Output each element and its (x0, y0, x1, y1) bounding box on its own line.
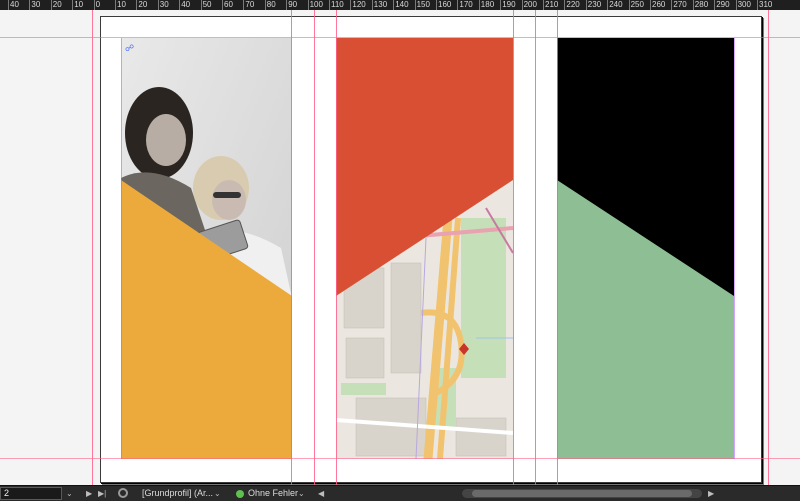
document-canvas[interactable]: ☍ (0, 10, 800, 485)
page-number-field[interactable]: 2 (0, 487, 62, 500)
preflight-status-icon (236, 490, 244, 498)
last-page-icon[interactable]: ▶| (98, 486, 106, 501)
ruler-label: 310 (759, 0, 773, 9)
scroll-thumb[interactable] (472, 490, 692, 497)
ruler-label: 0 (95, 0, 101, 9)
guide-vertical[interactable] (92, 10, 93, 485)
ruler-label: 120 (352, 0, 366, 9)
ruler-label: 80 (266, 0, 276, 9)
margin-guide (121, 38, 122, 459)
preflight-profile-icon[interactable] (118, 488, 128, 498)
ruler-label: 300 (737, 0, 751, 9)
color-panel[interactable] (557, 38, 734, 459)
ruler-label: 210 (545, 0, 559, 9)
ruler-label: 290 (716, 0, 730, 9)
guide-vertical[interactable] (768, 10, 769, 485)
ruler-label: 50 (202, 0, 212, 9)
ruler-label: 110 (331, 0, 344, 9)
horizontal-ruler[interactable]: 40 30 20 10 0 10 20 30 40 50 60 70 80 90 100 110 120 130 1… (0, 0, 800, 10)
left-arrow-icon[interactable]: ◀ (318, 486, 324, 501)
ruler-label: 30 (31, 0, 41, 9)
ruler-label: 190 (502, 0, 516, 9)
ruler-label: 10 (117, 0, 126, 9)
right-arrow-icon[interactable]: ▶ (708, 486, 714, 501)
guide-horizontal[interactable] (0, 458, 800, 459)
ruler-label: 220 (566, 0, 580, 9)
profile-label[interactable]: [Grundprofil] (Ar... (142, 486, 213, 501)
ruler-label: 60 (224, 0, 233, 9)
ruler-label: 260 (652, 0, 666, 9)
ruler-label: 150 (416, 0, 430, 9)
ruler-label: 170 (459, 0, 473, 9)
preflight-status-label[interactable]: Ohne Fehler (248, 486, 298, 501)
photo-panel[interactable] (121, 38, 292, 459)
ruler-label: 270 (673, 0, 687, 9)
ruler-label: 160 (438, 0, 452, 9)
margin-guide (734, 38, 735, 459)
previous-page-icon[interactable]: ▶ (86, 486, 92, 501)
ruler-label: 20 (138, 0, 148, 9)
ruler-label: 240 (609, 0, 623, 9)
ruler-label: 140 (395, 0, 409, 9)
ruler-label: 30 (159, 0, 169, 9)
guide-vertical[interactable] (535, 10, 536, 485)
chevron-down-icon[interactable]: ⌄ (298, 486, 305, 501)
guide-vertical[interactable] (314, 10, 315, 485)
guide-vertical[interactable] (291, 10, 292, 485)
ruler-label: 180 (480, 0, 495, 9)
ruler-label: 280 (694, 0, 709, 9)
guide-vertical[interactable] (557, 10, 558, 485)
ruler-label: 40 (181, 0, 191, 9)
guide-vertical[interactable] (513, 10, 514, 485)
ruler-label: 40 (10, 0, 19, 9)
ruler-label: 10 (74, 0, 84, 9)
status-bar: 2 ⌄ ▶ ▶| [Grundprofil] (Ar... ⌄ Ohne Feh… (0, 485, 800, 501)
ruler-label: 100 (309, 0, 323, 9)
guide-vertical[interactable] (336, 10, 337, 485)
ruler-label: 70 (245, 0, 255, 9)
horizontal-scrollbar[interactable] (462, 489, 702, 498)
ruler-label: 200 (523, 0, 537, 9)
ruler-label: 20 (52, 0, 62, 9)
chevron-down-icon[interactable]: ⌄ (66, 486, 73, 501)
guide-horizontal[interactable] (0, 37, 800, 38)
chevron-down-icon[interactable]: ⌄ (214, 486, 221, 501)
ruler-label: 90 (288, 0, 298, 9)
ruler-label: 130 (373, 0, 388, 9)
ruler-label: 230 (587, 0, 602, 9)
ruler-label: 250 (630, 0, 644, 9)
map-panel[interactable] (336, 38, 513, 459)
link-icon[interactable]: ☍ (125, 44, 137, 53)
